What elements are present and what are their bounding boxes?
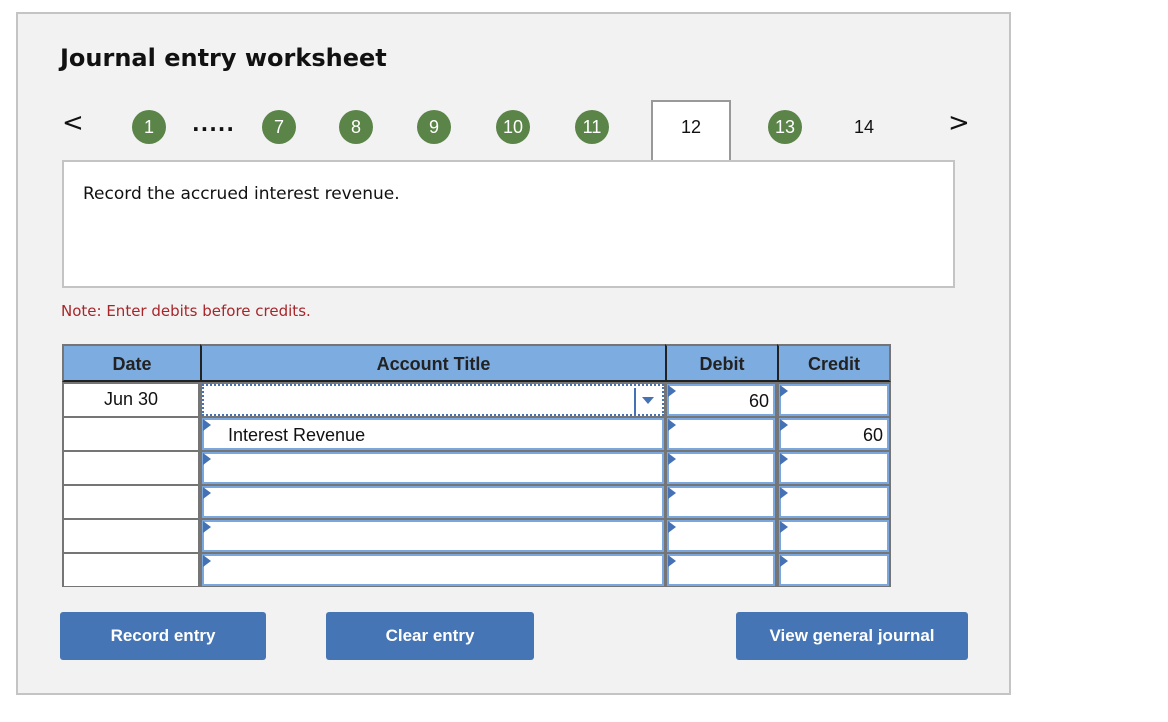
debit-input[interactable] <box>667 486 775 518</box>
field-marker-icon <box>780 453 788 465</box>
credit-input[interactable] <box>779 452 889 484</box>
date-cell <box>64 486 198 518</box>
field-marker-icon <box>780 385 788 397</box>
step-9[interactable]: 9 <box>417 110 451 144</box>
chevron-left-icon[interactable]: < <box>62 110 84 136</box>
field-marker-icon <box>668 453 676 465</box>
steps-ellipsis: ..... <box>192 112 235 136</box>
field-marker-icon <box>780 419 788 431</box>
date-cell: Jun 30 <box>64 384 198 416</box>
credit-input[interactable] <box>779 554 889 586</box>
field-marker-icon <box>668 419 676 431</box>
header-account-title: Account Title <box>200 344 665 382</box>
debit-input[interactable] <box>667 520 775 552</box>
account-title-input[interactable] <box>202 520 664 552</box>
step-10[interactable]: 10 <box>496 110 530 144</box>
debit-input[interactable] <box>667 418 775 450</box>
header-date: Date <box>62 344 200 382</box>
account-title-input[interactable] <box>202 554 664 586</box>
date-cell <box>64 418 198 450</box>
account-title-select[interactable] <box>202 384 664 416</box>
field-marker-icon <box>203 419 211 431</box>
field-marker-icon <box>780 487 788 499</box>
instruction-box: Record the accrued interest revenue. <box>62 160 955 288</box>
step-14[interactable]: 14 <box>847 110 881 144</box>
field-marker-icon <box>780 521 788 533</box>
debit-input[interactable] <box>667 452 775 484</box>
credit-input[interactable] <box>779 486 889 518</box>
date-cell <box>64 554 198 586</box>
debit-input[interactable] <box>667 554 775 586</box>
text-cursor <box>634 388 636 414</box>
account-title-input[interactable]: Interest Revenue <box>202 418 664 450</box>
chevron-right-icon[interactable]: > <box>948 110 970 136</box>
debit-value: 60 <box>748 391 769 411</box>
step-8[interactable]: 8 <box>339 110 373 144</box>
step-1[interactable]: 1 <box>132 110 166 144</box>
field-marker-icon <box>668 487 676 499</box>
step-7[interactable]: 7 <box>262 110 296 144</box>
step-12-active[interactable]: 12 <box>651 100 731 164</box>
step-13[interactable]: 13 <box>768 110 802 144</box>
field-marker-icon <box>668 555 676 567</box>
credit-value: 60 <box>862 425 883 445</box>
step-11[interactable]: 11 <box>575 110 609 144</box>
step-navigation: < 1 ..... 7 8 9 10 11 12 13 14 > <box>18 100 1009 164</box>
field-marker-icon <box>203 555 211 567</box>
clear-entry-button[interactable]: Clear entry <box>326 612 534 660</box>
page-title: Journal entry worksheet <box>60 44 387 72</box>
field-marker-icon <box>780 555 788 567</box>
field-marker-icon <box>668 521 676 533</box>
note-text: Note: Enter debits before credits. <box>61 302 311 320</box>
record-entry-button[interactable]: Record entry <box>60 612 266 660</box>
journal-worksheet-panel: Journal entry worksheet < 1 ..... 7 8 9 … <box>16 12 1011 695</box>
journal-table: Date Account Title Debit Credit Jun 30 60… <box>62 344 891 587</box>
account-title-input[interactable] <box>202 486 664 518</box>
field-marker-icon <box>668 385 676 397</box>
account-title-value: Interest Revenue <box>228 425 366 445</box>
dropdown-arrow-icon[interactable] <box>642 397 654 404</box>
header-debit: Debit <box>665 344 777 382</box>
date-cell <box>64 452 198 484</box>
account-title-input[interactable] <box>202 452 664 484</box>
credit-input[interactable] <box>779 384 889 416</box>
field-marker-icon <box>203 453 211 465</box>
field-marker-icon <box>203 487 211 499</box>
date-cell <box>64 520 198 552</box>
credit-input[interactable] <box>779 520 889 552</box>
credit-input[interactable]: 60 <box>779 418 889 450</box>
view-general-journal-button[interactable]: View general journal <box>736 612 968 660</box>
header-credit: Credit <box>777 344 891 382</box>
field-marker-icon <box>203 521 211 533</box>
instruction-text: Record the accrued interest revenue. <box>83 184 400 204</box>
debit-input[interactable]: 60 <box>667 384 775 416</box>
